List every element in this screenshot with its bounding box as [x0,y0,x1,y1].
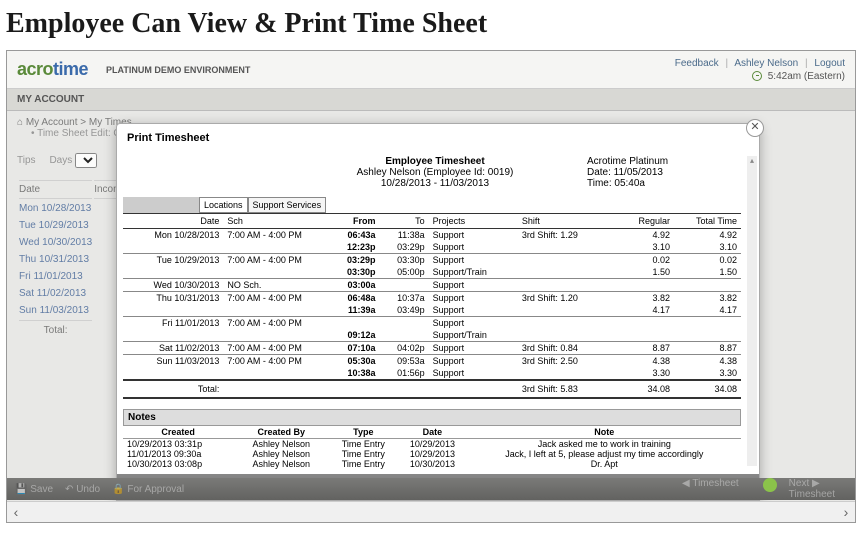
notes-header: Notes [123,409,741,426]
total-regular: 34.08 [607,380,674,398]
tab-support-services[interactable]: Support Services [248,197,327,213]
timesheet-row: 11:39a03:49pSupport4.174.17 [123,304,741,317]
scroll-up-icon[interactable]: ▴ [747,156,757,166]
notes-row: 11/01/2013 09:30aAshley NelsonTime Entry… [123,449,741,459]
timesheet-row: Thu 10/31/20137:00 AM - 4:00 PM06:48a10:… [123,292,741,305]
col-date: Date [123,214,223,229]
bg-row-link[interactable]: Fri 11/01/2013 [19,271,83,282]
notes-col-by: Created By [233,426,329,439]
scroll-left-icon[interactable]: ‹ [7,503,25,521]
timesheet-row: Tue 10/29/20137:00 AM - 4:00 PM03:29p03:… [123,254,741,267]
bg-col-date: Date [19,180,92,199]
notes-section: Notes Created Created By Type Date Note … [123,409,741,470]
total-time: 34.08 [674,380,741,398]
bg-row-link[interactable]: Sat 11/02/2013 [19,288,86,299]
timesheet-range: 10/28/2013 - 11/03/2013 [283,178,587,189]
timesheet-row: Sun 11/03/20137:00 AM - 4:00 PM05:30a09:… [123,355,741,368]
notes-table: Created Created By Type Date Note 10/29/… [123,426,741,470]
top-bar: acrotime PLATINUM DEMO ENVIRONMENT Feedb… [7,51,855,89]
total-shift: 3rd Shift: 5.83 [518,380,607,398]
tips-label: Tips [17,155,36,166]
timesheet-employee: Ashley Nelson (Employee Id: 0019) [283,167,587,178]
notes-col-date: Date [397,426,467,439]
notes-row: 10/29/2013 03:31pAshley NelsonTime Entry… [123,439,741,450]
notes-col-note: Note [468,426,741,439]
notes-row: 11/01/2013 09:13aAshley NelsonTime Entry… [123,469,741,470]
col-from: From [330,214,379,229]
timesheet-row: 12:23p03:29pSupport3.103.10 [123,241,741,254]
feedback-link[interactable]: Feedback [675,58,719,69]
close-button[interactable]: ✕ [746,119,764,137]
total-label: Total: [123,380,223,398]
days-select[interactable] [75,153,97,168]
timesheet-row: Wed 10/30/2013NO Sch.03:00aSupport [123,279,741,292]
next-button[interactable]: Next ▶Timesheet [789,478,835,500]
page-title: Employee Can View & Print Time Sheet [0,0,864,50]
days-label: Days [49,155,72,166]
logout-link[interactable]: Logout [814,58,845,69]
bg-row-link[interactable]: Mon 10/28/2013 [19,203,91,214]
notes-row: 10/30/2013 03:08pAshley NelsonTime Entry… [123,459,741,469]
scroll-right-icon[interactable]: › [837,503,855,521]
timesheet-row: Mon 10/28/20137:00 AM - 4:00 PM06:43a11:… [123,229,741,242]
timesheet-time: Time: 05:40a [587,178,747,189]
clock-display: 5:42am (Eastern) [675,71,845,82]
status-icon [763,478,777,492]
clock-icon [752,71,762,81]
timesheet-company: Acrotime Platinum [587,156,747,167]
logo: acrotime [17,59,88,80]
clock-text: 5:42am (Eastern) [768,71,845,82]
timesheet-row: 10:38a01:56pSupport3.303.30 [123,367,741,380]
env-label: PLATINUM DEMO ENVIRONMENT [106,65,250,75]
save-button[interactable]: 💾 Save [15,484,53,495]
bg-row-link[interactable]: Tue 10/29/2013 [19,220,89,231]
timesheet-date: Date: 11/05/2013 [587,167,747,178]
timesheet-table: Date Sch From To Projects Shift Regular … [123,213,741,399]
bg-row-link[interactable]: Wed 10/30/2013 [19,237,92,248]
undo-button[interactable]: ↶ Undo [65,484,100,495]
col-regular: Regular [607,214,674,229]
col-sch: Sch [223,214,330,229]
my-account-bar: MY ACCOUNT [7,89,855,111]
timesheet-row: Sat 11/02/20137:00 AM - 4:00 PM07:10a04:… [123,342,741,355]
timesheet-row: 09:12aSupport/Train [123,329,741,342]
col-projects: Projects [429,214,518,229]
modal-scrollbar[interactable]: ▴ [747,156,757,466]
col-total-time: Total Time [674,214,741,229]
timesheet-row: Fri 11/01/20137:00 AM - 4:00 PMSupport [123,317,741,330]
bg-total-label: Total: [19,320,92,338]
notes-col-created: Created [123,426,233,439]
print-timesheet-modal: ✕ Print Timesheet ▴ Employee Timesheet A… [116,123,760,501]
col-to: To [380,214,429,229]
horizontal-scrollbar[interactable]: ‹ › [7,501,855,522]
col-shift: Shift [518,214,607,229]
top-links: Feedback | Ashley Nelson | Logout [675,58,845,69]
logo-right: time [53,59,88,79]
user-link[interactable]: Ashley Nelson [734,58,798,69]
modal-title: Print Timesheet [117,124,759,152]
logo-left: acro [17,59,53,79]
bg-row-link[interactable]: Thu 10/31/2013 [19,254,89,265]
notes-col-type: Type [329,426,397,439]
tab-locations[interactable]: Locations [199,197,248,213]
timesheet-row: 03:30p05:00pSupport/Train1.501.50 [123,266,741,279]
bg-row-link[interactable]: Sun 11/03/2013 [19,305,89,316]
timesheet-nav[interactable]: ◀ Timesheet [682,478,739,500]
bottom-toolbar: 💾 Save ↶ Undo 🔒 For Approval ◀ Timesheet… [7,478,855,500]
approval-button[interactable]: 🔒 For Approval [112,484,184,495]
close-icon: ✕ [750,121,759,133]
timesheet-title: Employee Timesheet [283,156,587,167]
app-frame: acrotime PLATINUM DEMO ENVIRONMENT Feedb… [6,50,856,523]
